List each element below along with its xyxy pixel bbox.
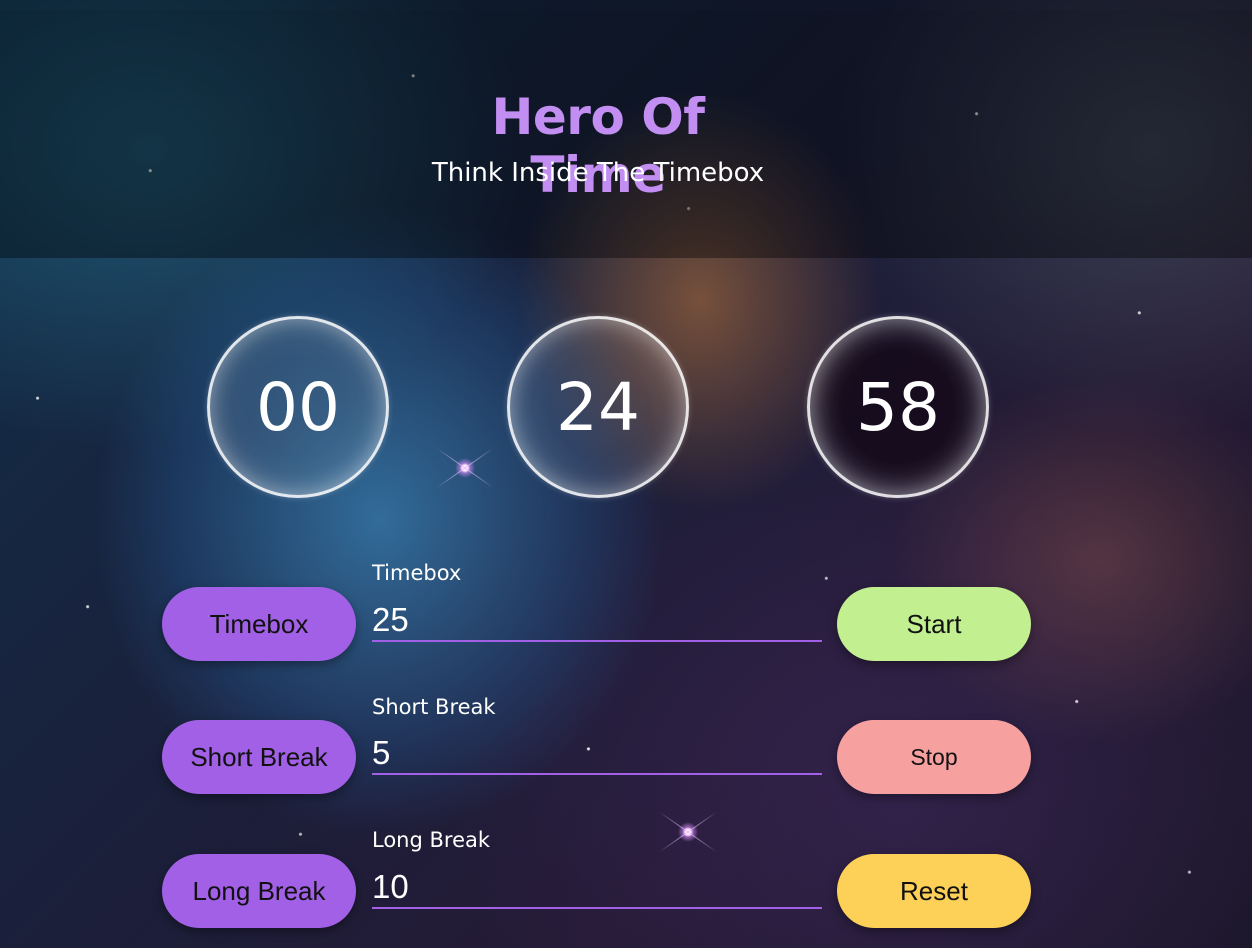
long-break-mode-button[interactable]: Long Break xyxy=(162,854,356,928)
bright-star-decoration xyxy=(455,458,475,478)
stop-button[interactable]: Stop xyxy=(837,720,1031,794)
timebox-mode-button[interactable]: Timebox xyxy=(162,587,356,661)
timebox-field-label: Timebox xyxy=(372,561,462,585)
long-break-field-label: Long Break xyxy=(372,828,491,852)
bright-star-decoration xyxy=(678,822,698,842)
top-bar xyxy=(0,0,1252,10)
long-break-input[interactable] xyxy=(372,867,822,909)
seconds-display: 58 xyxy=(807,316,989,498)
reset-button[interactable]: Reset xyxy=(837,854,1031,928)
hours-display: 00 xyxy=(207,316,389,498)
short-break-field-label: Short Break xyxy=(372,695,496,719)
timebox-input[interactable] xyxy=(372,600,822,642)
start-button[interactable]: Start xyxy=(837,587,1031,661)
short-break-mode-button[interactable]: Short Break xyxy=(162,720,356,794)
minutes-display: 24 xyxy=(507,316,689,498)
short-break-input[interactable] xyxy=(372,733,822,775)
page-header: Hero Of Time Think Inside The Timebox xyxy=(0,10,1252,258)
page-subtitle: Think Inside The Timebox xyxy=(431,158,765,188)
